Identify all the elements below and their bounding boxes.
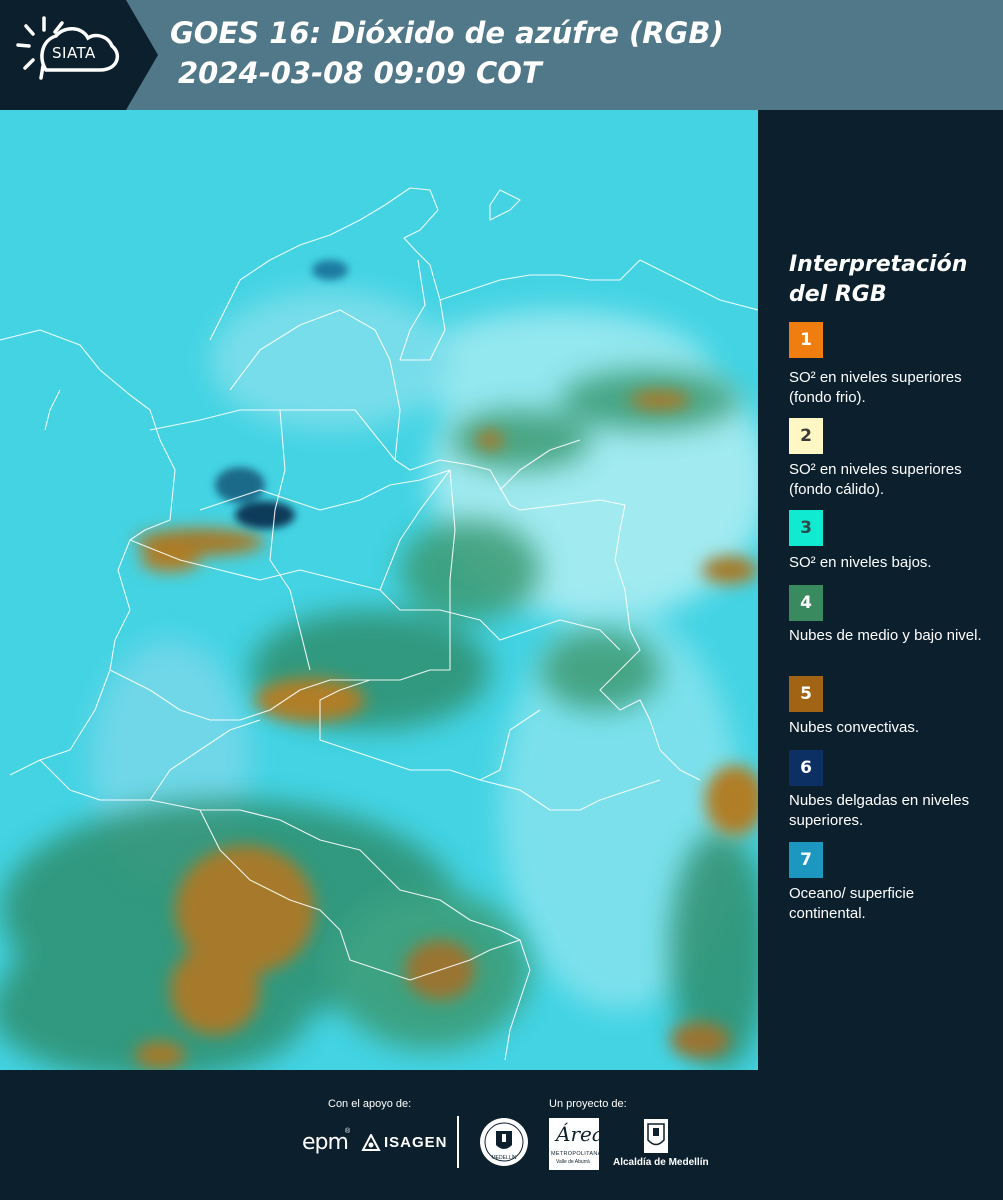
legend-swatch-1: 1 [789, 322, 823, 358]
alcaldia-label: Alcaldía de Medellín [613, 1157, 709, 1168]
legend-title: Interpretación del RGB [789, 252, 968, 307]
footer-divider [457, 1116, 459, 1168]
footer: Con el apoyo de: Un proyecto de: epm ® I… [0, 1070, 1003, 1200]
page-title: GOES 16: Dióxido de azúfre (RGB) [170, 16, 724, 50]
legend-text-4: Nubes de medio y bajo nivel. [789, 627, 982, 644]
legend-text-3: SO² en niveles bajos. [789, 554, 932, 571]
legend-number-4: 4 [800, 593, 812, 613]
legend-number-2: 2 [800, 426, 812, 446]
isagen-logo: ISAGEN [384, 1134, 448, 1151]
legend-number-1: 1 [800, 330, 812, 350]
legend-text-2: SO² en niveles superiores (fondo cálido)… [789, 461, 962, 498]
area-subtitle: METROPOLITANA [551, 1151, 602, 1157]
legend-swatch-5: 5 [789, 676, 823, 712]
isagen-mark-icon [361, 1134, 381, 1151]
legend-swatch-4: 4 [789, 585, 823, 621]
logo-text: SIATA [52, 44, 96, 62]
legend-swatch-3: 3 [789, 510, 823, 546]
siata-logo: SIATA [0, 0, 158, 110]
epm-logo: epm [302, 1130, 349, 1155]
legend-text-6: Nubes delgadas en niveles superiores. [789, 792, 970, 829]
legend-text-7: Oceano/ superficie continental. [789, 885, 915, 922]
support-label: Con el apoyo de: [328, 1098, 412, 1110]
satellite-image [0, 110, 758, 1070]
legend-number-6: 6 [800, 758, 812, 778]
header-bar: SIATA GOES 16: Dióxido de azúfre (RGB) 2… [0, 0, 1003, 110]
legend-number-7: 7 [800, 850, 812, 870]
legend-number-5: 5 [800, 684, 812, 704]
page-timestamp: 2024-03-08 09:09 COT [178, 56, 542, 90]
satellite-map [0, 110, 758, 1070]
legend-text-1: SO² en niveles superiores (fondo frio). [789, 369, 962, 406]
map-divider [758, 110, 760, 1070]
area-script-text: Área [556, 1122, 604, 1146]
area-subtitle-2: Valle de Aburrá [556, 1159, 590, 1165]
legend-text-5: Nubes convectivas. [789, 719, 920, 736]
epm-registered-mark: ® [345, 1128, 351, 1135]
seal-text: MEDELLÍN [491, 1155, 517, 1161]
legend-swatch-2: 2 [789, 418, 823, 454]
legend-number-3: 3 [800, 518, 812, 538]
alcaldia-shield-icon [644, 1119, 668, 1153]
project-label: Un proyecto de: [549, 1098, 627, 1110]
legend-swatch-6: 6 [789, 750, 823, 786]
legend-swatch-7: 7 [789, 842, 823, 878]
